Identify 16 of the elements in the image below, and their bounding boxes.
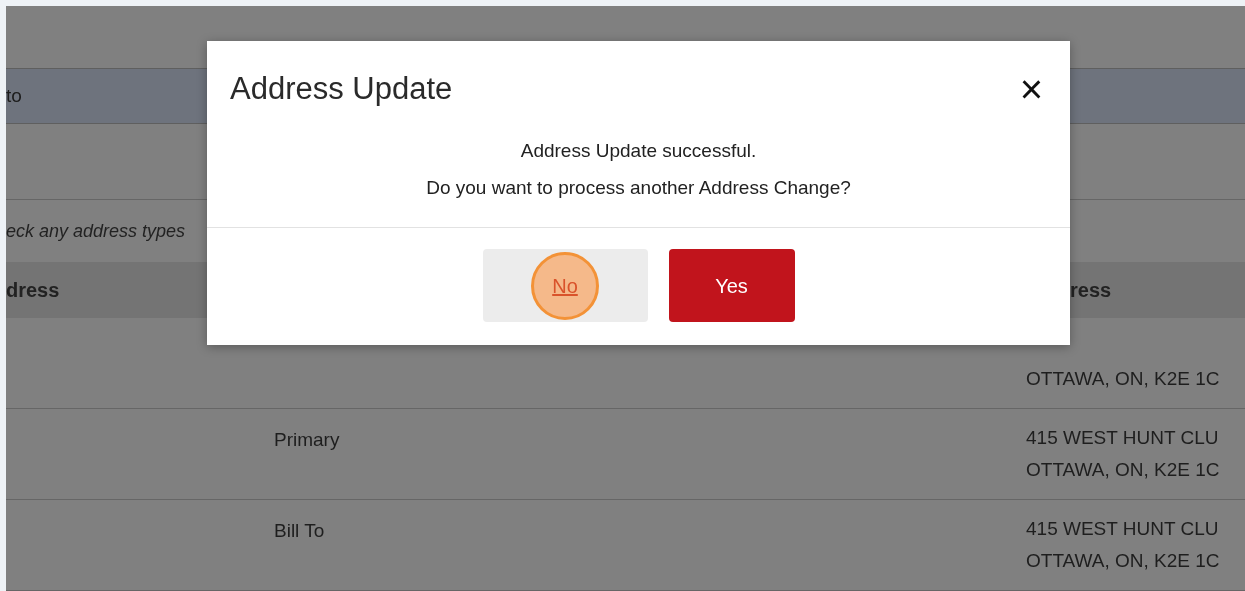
- table-cell: Primary: [274, 429, 340, 450]
- dialog-title: Address Update: [230, 69, 453, 108]
- banner-text: to: [6, 83, 22, 108]
- column-header: dress: [6, 279, 60, 301]
- table-cell: OTTAWA, ON, K2E 1C: [1026, 458, 1220, 482]
- confirm-button[interactable]: Yes: [668, 249, 795, 322]
- table-cell: Bill To: [274, 520, 325, 541]
- column-header: ress: [1070, 278, 1112, 303]
- dialog-message: Address Update successful.: [520, 139, 757, 163]
- table-cell: OTTAWA, ON, K2E 1C: [1026, 549, 1220, 573]
- hint-text: eck any address types: [6, 219, 186, 243]
- table-cell: 415 WEST HUNT CLU: [1026, 426, 1220, 450]
- close-button[interactable]: ×: [1015, 69, 1047, 109]
- table-cell: OTTAWA, ON, K2E 1C: [1026, 367, 1220, 391]
- dialog-message: Do you want to process another Address Change?: [426, 175, 851, 200]
- table-cell: 415 WEST HUNT CLU: [1026, 517, 1220, 541]
